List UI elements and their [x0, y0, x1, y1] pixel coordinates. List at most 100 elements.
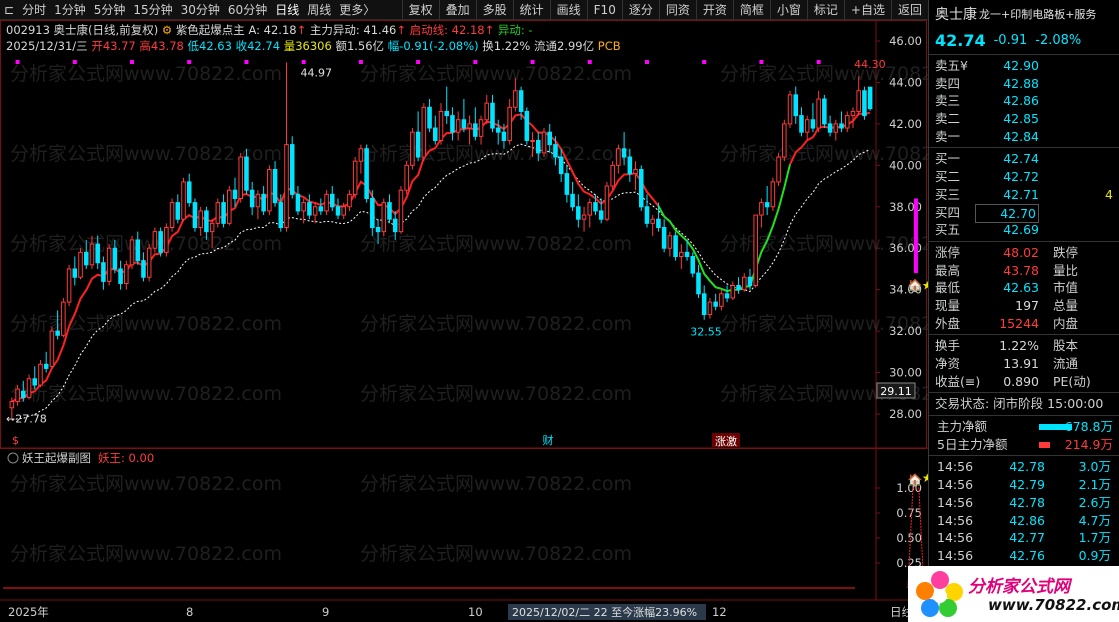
candle-body[interactable]	[501, 131, 507, 141]
candle-body[interactable]	[83, 251, 89, 266]
candle-body[interactable]	[209, 222, 215, 233]
candle-body[interactable]	[301, 202, 306, 212]
candle-body[interactable]	[438, 110, 444, 141]
candle-body[interactable]	[696, 272, 701, 295]
candle-body[interactable]	[78, 251, 83, 278]
candle-body[interactable]	[186, 181, 192, 204]
candle-body[interactable]	[72, 268, 78, 278]
candle-body[interactable]	[410, 131, 415, 166]
candle-body[interactable]	[604, 185, 610, 220]
bid-row[interactable]: 买二 42.72	[929, 168, 1119, 186]
candle-body[interactable]	[433, 127, 438, 141]
candle-body[interactable]	[387, 202, 392, 220]
candle-body[interactable]	[398, 189, 404, 233]
candle-body[interactable]	[169, 202, 175, 228]
candle-body[interactable]	[289, 144, 295, 195]
candle-body[interactable]	[347, 193, 352, 208]
candle-body[interactable]	[215, 202, 221, 224]
period-tab-1[interactable]: 1分钟	[50, 0, 90, 20]
candle-body[interactable]	[530, 139, 535, 142]
candle-body[interactable]	[558, 156, 564, 175]
toolbar-button-6[interactable]: 逐分	[621, 0, 659, 20]
left-arrow-icon[interactable]: ⊏	[0, 0, 18, 20]
candle-body[interactable]	[581, 214, 587, 220]
candle-body[interactable]	[862, 90, 867, 117]
candle-body[interactable]	[593, 202, 598, 212]
tick-list[interactable]: 14:56 42.78 3.0万 14:56 42.79 2.1万 14:56 42.78 2.…	[929, 458, 1119, 564]
candle-body[interactable]	[822, 98, 827, 125]
toolbar-button-4[interactable]: 画线	[549, 0, 587, 20]
candle-body[interactable]	[570, 193, 575, 208]
toolbar-button-2[interactable]: 多股	[475, 0, 513, 20]
candle-body[interactable]	[667, 235, 673, 249]
candle-body[interactable]	[307, 202, 312, 216]
candle-body[interactable]	[261, 193, 266, 212]
toolbar-button-11[interactable]: 标记	[806, 0, 844, 20]
candle-body[interactable]	[701, 293, 707, 316]
candle-body[interactable]	[204, 210, 209, 233]
candle-body[interactable]	[43, 363, 49, 369]
candle-body[interactable]	[490, 102, 495, 129]
candle-body[interactable]	[787, 94, 793, 125]
candle-body[interactable]	[793, 94, 799, 117]
candle-body[interactable]	[598, 210, 604, 220]
candle-body[interactable]	[541, 131, 547, 154]
candle-body[interactable]	[799, 115, 804, 133]
ask-row[interactable]: 卖三 42.86	[929, 92, 1119, 110]
candle-body[interactable]	[146, 247, 152, 278]
candle-body[interactable]	[810, 119, 816, 129]
candle-body[interactable]	[95, 243, 100, 264]
candle-body[interactable]	[364, 148, 369, 199]
candle-body[interactable]	[101, 262, 106, 282]
candle-body[interactable]	[192, 202, 198, 228]
candle-body[interactable]	[707, 301, 713, 316]
toolbar-button-3[interactable]: 统计	[512, 0, 550, 20]
candle-body[interactable]	[684, 251, 690, 258]
candle-body[interactable]	[564, 173, 570, 195]
candle-body[interactable]	[495, 127, 501, 133]
candle-body[interactable]	[753, 214, 758, 287]
toolbar-button-10[interactable]: 小窗	[769, 0, 807, 20]
candle-body[interactable]	[227, 189, 232, 224]
candle-body[interactable]	[650, 218, 655, 224]
candle-body[interactable]	[576, 206, 581, 220]
candle-body[interactable]	[473, 123, 478, 137]
period-tab-3[interactable]: 15分钟	[129, 0, 176, 20]
candle-body[interactable]	[32, 378, 38, 386]
period-tab-8[interactable]: 更多〉	[335, 0, 379, 20]
candle-body[interactable]	[295, 193, 301, 212]
candle-body[interactable]	[238, 156, 244, 199]
candle-body[interactable]	[747, 276, 753, 287]
candle-body[interactable]	[9, 401, 15, 409]
candle-body[interactable]	[839, 123, 844, 129]
toolbar-button-5[interactable]: F10	[586, 0, 622, 20]
candle-body[interactable]	[89, 243, 95, 266]
period-tab-6[interactable]: 日线	[271, 0, 303, 20]
candle-body[interactable]	[804, 119, 810, 133]
candle-body[interactable]	[484, 102, 490, 121]
toolbar-button-7[interactable]: 同资	[658, 0, 696, 20]
ask-row[interactable]: 卖一 42.84	[929, 128, 1119, 146]
candle-body[interactable]	[450, 115, 455, 133]
candle-body[interactable]	[444, 110, 449, 117]
candle-body[interactable]	[421, 106, 427, 158]
candle-body[interactable]	[741, 276, 747, 291]
candle-body[interactable]	[776, 156, 781, 183]
candle-body[interactable]	[244, 156, 249, 191]
candle-body[interactable]	[535, 139, 541, 154]
kline-chart[interactable]: 分析家公式网www.70822.com 分析家公式网www.70822.com 分析…	[0, 20, 928, 622]
sub-settings-icon[interactable]	[7, 452, 19, 464]
candle-body[interactable]	[719, 293, 724, 307]
period-tab-0[interactable]: 分时	[18, 0, 50, 20]
candle-body[interactable]	[644, 206, 650, 224]
candle-body[interactable]	[467, 123, 472, 129]
candle-body[interactable]	[524, 110, 530, 141]
candle-body[interactable]	[267, 168, 272, 212]
candle-body[interactable]	[782, 123, 787, 158]
candle-body[interactable]	[404, 164, 409, 191]
candle-body[interactable]	[627, 156, 633, 175]
candle-body[interactable]	[690, 256, 696, 274]
candle-body[interactable]	[427, 106, 432, 129]
candle-body[interactable]	[26, 378, 32, 398]
candle-body[interactable]	[375, 227, 381, 233]
